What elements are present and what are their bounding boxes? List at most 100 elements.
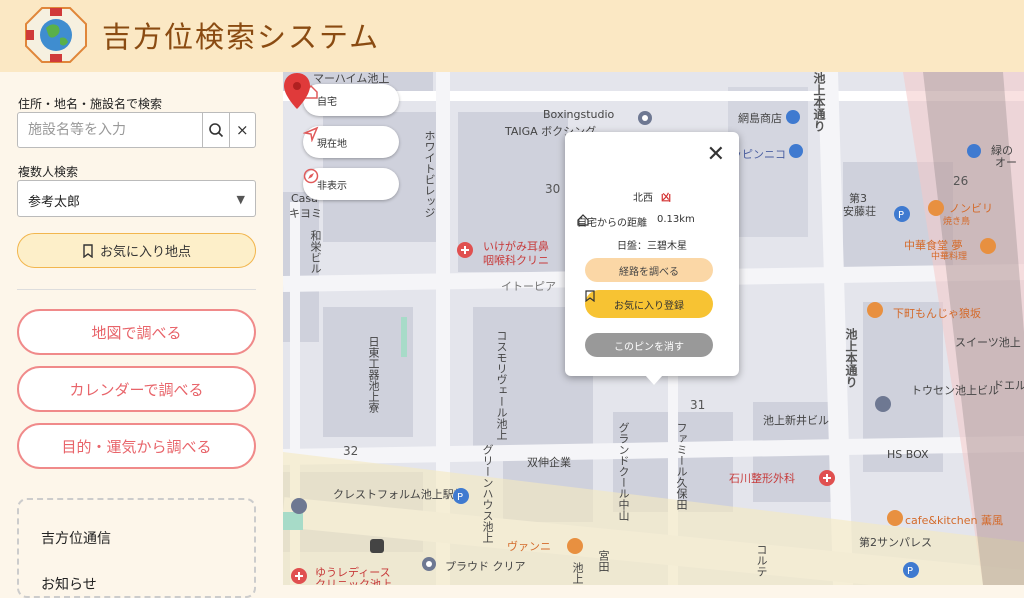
person-select[interactable]: 参考太郎 ▼ — [17, 180, 256, 217]
info-item-newsletter[interactable]: 吉方位通信 — [41, 528, 111, 548]
clinic-icon[interactable] — [457, 242, 473, 258]
close-icon[interactable]: ✕ — [707, 142, 725, 167]
hide-control-button[interactable]: 非表示 — [303, 168, 399, 200]
bus-stop-icon[interactable] — [369, 538, 385, 554]
map-label: コルテ — [755, 544, 768, 577]
route-button[interactable]: 経路を調べる — [585, 258, 713, 282]
map-label: ッピンニコ — [731, 148, 786, 161]
distance-label-group: 自宅からの距離 — [577, 214, 647, 229]
direction-row: 北西凶 — [565, 189, 739, 204]
map-label: 池上新井ビル — [763, 414, 829, 427]
map-label: ヴァンニ — [507, 540, 551, 553]
home-control-label: 自宅 — [317, 96, 337, 108]
bookmark-icon — [83, 243, 93, 258]
info-item-news[interactable]: お知らせ — [41, 574, 97, 594]
purpose-search-button[interactable]: 目的・運気から調べる — [17, 423, 256, 469]
map-label: クレストフォルム池上駅前 — [333, 488, 465, 501]
restaurant-icon[interactable] — [867, 302, 883, 318]
map-label: 焼き鳥 — [943, 217, 971, 227]
poi-marker-icon[interactable] — [637, 110, 653, 126]
map-label: グリーンハウス池上 — [481, 444, 494, 543]
svg-text:P: P — [457, 492, 463, 503]
map-label: 双伸企業 — [527, 456, 571, 469]
shop-icon[interactable] — [786, 110, 800, 124]
map-label: HS BOX — [887, 448, 929, 461]
map-label: スイーツ池上 — [955, 336, 1021, 349]
map-label: クリニック池上 — [315, 578, 392, 585]
compass-icon — [303, 168, 319, 184]
hide-control-label: 非表示 — [317, 180, 347, 192]
person-select-value: 参考太郎 — [28, 195, 81, 210]
favorite-register-button[interactable]: お気に入り登録 — [585, 290, 713, 318]
favorites-label: お気に入り地点 — [99, 245, 191, 260]
map-label: 中華料理 — [931, 252, 968, 262]
home-control-button[interactable]: 自宅 — [303, 84, 399, 116]
svg-text:P: P — [907, 566, 913, 577]
restaurant-icon[interactable] — [887, 510, 903, 526]
remove-pin-button[interactable]: このピンを消す — [585, 333, 713, 357]
clear-button[interactable]: × — [228, 113, 256, 147]
distance-row: 自宅からの距離 0.13km — [577, 214, 695, 229]
map-label: 31 — [690, 398, 706, 412]
poi-marker-icon[interactable] — [967, 144, 981, 158]
app-header: 吉方位検索システム — [0, 0, 1024, 72]
parking-icon[interactable]: P — [894, 206, 910, 222]
close-icon: × — [235, 121, 249, 139]
map-label: ホワイトビレッジ — [423, 130, 436, 218]
map-label: コスモリヴェール池上 — [495, 330, 508, 440]
map-label: 宮田 — [597, 550, 610, 572]
direction-text: 北西 — [633, 193, 653, 204]
map-label: 26 — [953, 174, 969, 188]
map-search-button[interactable]: 地図で調べる — [17, 309, 256, 355]
map-label: ファミール久保田 — [675, 422, 688, 510]
search-label: 住所・地名・施設名で検索 — [18, 97, 163, 111]
shop-icon[interactable] — [789, 144, 803, 158]
map-label: 石川整形外科 — [729, 472, 795, 485]
svg-text:P: P — [898, 210, 904, 221]
map-label: キヨミ — [289, 207, 322, 220]
search-box: × — [17, 112, 256, 148]
app-logo[interactable] — [24, 6, 88, 64]
parking-icon[interactable]: P — [453, 488, 469, 504]
bookmark-icon — [585, 290, 595, 302]
map-label: イトーピア — [501, 280, 556, 293]
road-label: 池上本通り — [844, 328, 858, 388]
daily-board-text: 日盤：三碧木星 — [617, 241, 687, 252]
map-label: 30 — [545, 182, 561, 196]
school-icon[interactable] — [875, 396, 891, 412]
map-label: cafe&kitchen 薫風 — [905, 514, 1004, 527]
map-label: オー — [995, 156, 1017, 169]
school-icon[interactable] — [291, 498, 307, 514]
map-label: 日東工器池上寮 — [367, 336, 380, 413]
poi-marker-icon[interactable] — [421, 556, 437, 572]
restaurant-icon[interactable] — [980, 238, 996, 254]
search-button[interactable] — [202, 113, 229, 147]
verdict-text: 凶 — [661, 193, 671, 204]
map-label: Boxingstudio — [543, 108, 615, 121]
sidebar-divider — [17, 289, 256, 290]
favorites-button[interactable]: お気に入り地点 — [17, 233, 256, 268]
clinic-icon[interactable] — [819, 470, 835, 486]
current-location-button[interactable]: 現在地 — [303, 126, 399, 158]
search-icon — [208, 123, 223, 138]
distance-value: 0.13km — [657, 214, 695, 225]
restaurant-icon[interactable] — [928, 200, 944, 216]
multi-search-label: 複数人検索 — [18, 165, 79, 179]
location-pin-icon[interactable] — [283, 72, 311, 110]
parking-icon[interactable]: P — [903, 562, 919, 578]
map-label: ドエル — [993, 379, 1024, 392]
map-label: 網島商店 — [738, 112, 782, 125]
restaurant-icon[interactable] — [567, 538, 583, 554]
search-input[interactable] — [18, 113, 202, 147]
info-panel: 吉方位通信 お知らせ — [17, 498, 256, 598]
navigation-arrow-icon — [303, 126, 319, 142]
calendar-search-button[interactable]: カレンダーで調べる — [17, 366, 256, 412]
map-view[interactable]: マーハイム池上 Boxingstudio TAIGA ボクシング… 網島商店 ッ… — [283, 72, 1024, 585]
map-label: 咽喉科クリニ — [483, 254, 549, 267]
clinic-icon[interactable] — [291, 568, 307, 584]
map-label: 安藤荘 — [843, 205, 876, 218]
home-icon — [577, 214, 589, 226]
map-label: 池上 — [571, 562, 584, 584]
map-label: トウセン池上ビル — [911, 384, 999, 397]
map-label: 32 — [343, 444, 359, 458]
